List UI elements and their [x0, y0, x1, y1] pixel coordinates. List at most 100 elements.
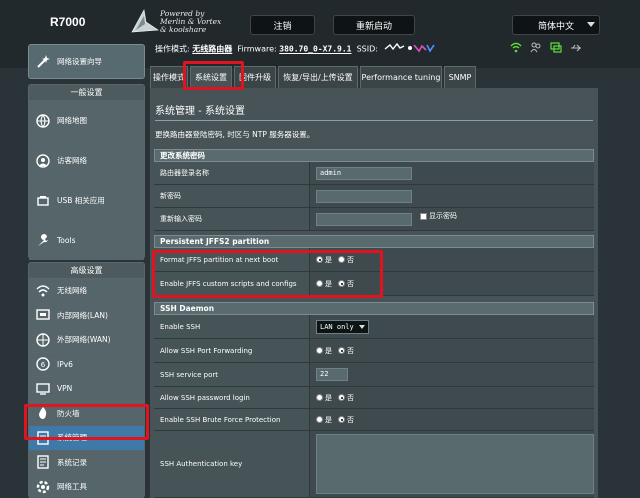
mode-label: 操作模式: — [155, 44, 190, 54]
logo-text: Powered by Merlin & Vortex & koolshare — [160, 9, 222, 34]
usb-status-icon[interactable] — [570, 42, 582, 53]
new-password-row: 新密码 — [154, 185, 594, 208]
ssid-glyphs-icon — [384, 42, 436, 55]
ssh-port-input[interactable]: 22 — [316, 368, 348, 381]
sidebar-advanced-item-7[interactable]: 系统记录 — [29, 449, 144, 474]
new-password-input[interactable] — [316, 189, 412, 203]
new-password-label: 新密码 — [154, 185, 310, 207]
logout-button[interactable]: 注销 — [250, 15, 315, 35]
radio-selected[interactable] — [338, 416, 345, 423]
title-divider — [155, 120, 593, 121]
router-model: R7000 — [50, 15, 86, 29]
merlin-logo: Powered by Merlin & Vortex & koolshare — [130, 4, 240, 40]
language-value: 简体中文 — [537, 21, 574, 32]
auth-key-row: SSH Authentication key — [154, 431, 594, 498]
radio-unselected[interactable] — [316, 347, 323, 354]
wifi-status-icon[interactable] — [510, 42, 522, 53]
sidebar-item-label: Tools — [57, 236, 76, 245]
ssh-port-row: SSH service port 22 — [154, 363, 594, 387]
ssid-label: SSID: — [356, 44, 378, 54]
ssh-section-header: SSH Daemon — [154, 302, 594, 315]
sidebar-item-label: VPN — [57, 384, 73, 394]
usb-icon — [35, 193, 51, 209]
radio-unselected[interactable] — [316, 416, 323, 423]
reboot-button[interactable]: 重新启动 — [333, 15, 415, 35]
no-label: 否 — [347, 415, 354, 424]
mode-value[interactable]: 无线路由器 — [192, 45, 232, 54]
sidebar-general-item-1[interactable]: 访客网络 — [29, 140, 144, 180]
page-title: 系统管理 - 系统设置 — [155, 106, 245, 117]
password-login-row: Allow SSH password login 是 否 — [154, 387, 594, 409]
brute-force-yes[interactable]: 是 — [316, 415, 332, 425]
sidebar-advanced-item-0[interactable]: 无线网络 — [29, 278, 144, 303]
show-password-toggle[interactable]: 显示密码 — [420, 211, 457, 221]
password-login-label: Allow SSH password login — [154, 387, 310, 408]
log-icon — [35, 454, 51, 470]
no-label: 否 — [347, 346, 354, 355]
sidebar-item-label: 内部网络(LAN) — [57, 310, 108, 320]
confirm-password-label: 重新输入密码 — [154, 208, 310, 230]
sidebar-item-label: 访客网络 — [57, 156, 87, 165]
radio-selected[interactable] — [338, 394, 345, 401]
login-name-label: 路由器登录名称 — [154, 162, 310, 184]
merlin-hat-icon — [131, 9, 159, 33]
network-map-icon — [35, 113, 51, 129]
page-description: 更换路由器登陆密码, 时区与 NTP 服务器设置。 — [155, 130, 315, 139]
info-bar: 操作模式: 无线路由器 Firmware: 380.70_0-X7.9.1 SS… — [155, 42, 436, 55]
sidebar-advanced-item-4[interactable]: VPN — [29, 376, 144, 401]
port-forward-yes[interactable]: 是 — [316, 346, 332, 356]
jffs-section-header: Persistent JFFS2 partition — [154, 235, 594, 248]
sidebar-advanced-item-3[interactable]: 6 IPv6 — [29, 351, 144, 376]
brute-force-label: Enable SSH Brute Force Protection — [154, 409, 310, 430]
quick-setup-button[interactable]: 网络设置向导 — [28, 44, 145, 79]
sidebar-advanced-item-2[interactable]: 外部网络(WAN) — [29, 327, 144, 352]
chevron-down-icon — [358, 324, 365, 329]
network-tools-icon — [35, 479, 51, 495]
password-login-yes[interactable]: 是 — [316, 393, 332, 403]
sidebar-item-label: 系统记录 — [57, 457, 87, 467]
radio-unselected[interactable] — [316, 394, 323, 401]
lan-status-icon[interactable] — [550, 42, 562, 53]
login-name-row: 路由器登录名称 admin — [154, 162, 594, 185]
sidebar-item-label: 网络地图 — [57, 116, 87, 125]
sidebar-item-label: 外部网络(WAN) — [57, 335, 111, 345]
advanced-settings-title: 高级设置 — [29, 263, 144, 278]
show-password-checkbox[interactable] — [420, 212, 427, 220]
general-settings-group: 一般设置 网络地图访客网络 USB 相关应用 Tools — [28, 84, 145, 260]
ipv6-icon: 6 — [35, 356, 51, 372]
enable-ssh-row: Enable SSH LAN only — [154, 315, 594, 339]
sidebar-general-item-3[interactable]: Tools — [29, 220, 144, 260]
magic-wand-icon — [37, 54, 50, 68]
language-select[interactable]: 简体中文 — [512, 15, 600, 35]
firmware-value[interactable]: 380.70_0-X7.9.1 — [279, 45, 351, 54]
yes-label: 是 — [325, 393, 332, 402]
sidebar-general-item-0[interactable]: 网络地图 — [29, 100, 144, 140]
auth-key-textarea[interactable] — [316, 434, 594, 494]
brute-force-row: Enable SSH Brute Force Protection 是 否 — [154, 409, 594, 431]
login-name-input[interactable]: admin — [316, 166, 412, 180]
confirm-password-input[interactable] — [316, 212, 412, 226]
password-section-header: 更改系统密码 — [154, 149, 594, 162]
password-login-no[interactable]: 否 — [338, 393, 354, 403]
firmware-label: Firmware: — [237, 44, 277, 54]
enable-ssh-select[interactable]: LAN only — [316, 319, 369, 334]
yes-label: 是 — [325, 415, 332, 424]
port-forward-row: Allow SSH Port Forwarding 是 否 — [154, 339, 594, 363]
clients-icon[interactable] — [530, 42, 542, 53]
tab-5[interactable]: SNMP — [444, 66, 476, 88]
no-label: 否 — [347, 393, 354, 402]
sidebar-advanced-item-1[interactable]: 内部网络(LAN) — [29, 302, 144, 327]
brute-force-no[interactable]: 否 — [338, 415, 354, 425]
quick-setup-label: 网络设置向导 — [57, 57, 102, 66]
yes-label: 是 — [325, 346, 332, 355]
radio-selected[interactable] — [338, 347, 345, 354]
general-settings-title: 一般设置 — [29, 85, 144, 100]
advanced-settings-group: 高级设置 无线网络 内部网络(LAN) 外部网络(WAN) 6 IPv6 VPN 防火墙 系统… — [28, 262, 145, 498]
guest-network-icon — [35, 153, 51, 169]
status-icons — [510, 42, 582, 53]
tab-3[interactable]: 恢复/导出/上传设置 — [278, 66, 358, 88]
port-forward-no[interactable]: 否 — [338, 346, 354, 356]
sidebar-general-item-2[interactable]: USB 相关应用 — [29, 180, 144, 220]
sidebar-advanced-item-8[interactable]: 网络工具 — [29, 474, 144, 498]
tab-4[interactable]: Performance tuning — [360, 66, 442, 88]
